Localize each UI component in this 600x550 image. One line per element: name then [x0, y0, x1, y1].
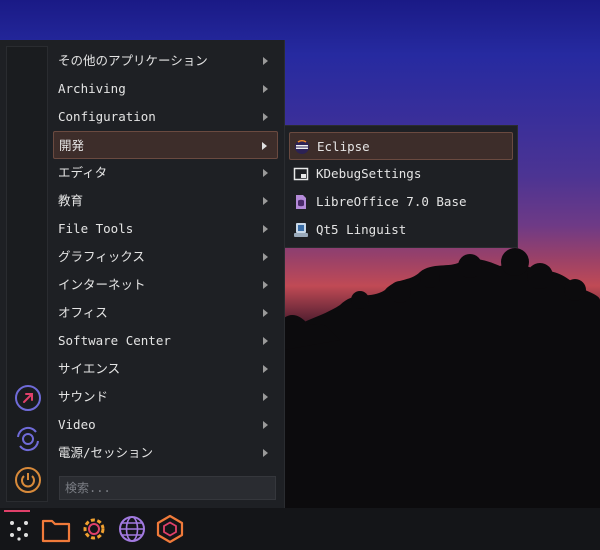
search-input[interactable]: 検索... — [59, 476, 276, 500]
settings-button[interactable] — [78, 513, 110, 545]
logout-icon — [15, 385, 41, 411]
category-development[interactable]: 開発 — [53, 131, 278, 159]
category-education[interactable]: 教育 — [53, 187, 278, 215]
chevron-right-icon — [263, 393, 268, 401]
chevron-right-icon — [263, 421, 268, 429]
category-label: エディタ — [58, 165, 108, 180]
category-video[interactable]: Video — [53, 411, 278, 439]
application-menu: その他のアプリケーション Archiving Configuration 開発 … — [0, 40, 285, 508]
category-power-session[interactable]: 電源/セッション — [53, 439, 278, 467]
power-button[interactable] — [14, 466, 42, 494]
taskbar — [0, 508, 600, 550]
category-internet[interactable]: インターネット — [53, 271, 278, 299]
category-archiving[interactable]: Archiving — [53, 75, 278, 103]
restart-button[interactable] — [14, 425, 42, 453]
settings-icon — [83, 518, 105, 540]
category-label: Software Center — [58, 333, 171, 348]
category-sound[interactable]: サウンド — [53, 383, 278, 411]
app-launcher-button[interactable] — [3, 513, 35, 545]
kdebugsettings-icon — [293, 167, 309, 181]
libreoffice-base-icon — [296, 195, 306, 209]
category-software-center[interactable]: Software Center — [53, 327, 278, 355]
development-submenu: Eclipse KDebugSettings LibreOffice 7.0 B… — [284, 125, 518, 248]
chevron-right-icon — [263, 197, 268, 205]
chevron-right-icon — [263, 281, 268, 289]
category-label: その他のアプリケーション — [58, 53, 208, 68]
category-file-tools[interactable]: File Tools — [53, 215, 278, 243]
app-eclipse[interactable]: Eclipse — [289, 132, 513, 160]
app-qt5-linguist[interactable]: Qt5 Linguist — [289, 216, 513, 244]
app-libreoffice-base[interactable]: LibreOffice 7.0 Base — [289, 188, 513, 216]
chevron-right-icon — [263, 113, 268, 121]
category-label: 開発 — [59, 138, 85, 153]
qt-linguist-icon — [294, 223, 308, 237]
active-launcher-indicator — [4, 510, 30, 512]
menu-sidebar — [6, 46, 48, 502]
category-label: インターネット — [58, 277, 146, 292]
category-editors[interactable]: エディタ — [53, 159, 278, 187]
category-office[interactable]: オフィス — [53, 299, 278, 327]
category-list: その他のアプリケーション Archiving Configuration 開発 … — [53, 47, 278, 467]
category-label: Configuration — [58, 109, 156, 124]
app-launcher-icon — [10, 521, 28, 541]
chevron-right-icon — [263, 169, 268, 177]
chevron-right-icon — [263, 449, 268, 457]
app-kdebugsettings[interactable]: KDebugSettings — [289, 160, 513, 188]
category-label: Video — [58, 417, 96, 432]
file-manager-icon — [41, 519, 71, 543]
category-label: オフィス — [58, 305, 108, 320]
app-label: LibreOffice 7.0 Base — [316, 194, 467, 209]
restart-icon — [17, 426, 39, 452]
chevron-right-icon — [263, 365, 268, 373]
category-label: 教育 — [58, 193, 84, 208]
eclipse-icon — [295, 140, 309, 154]
chevron-right-icon — [263, 309, 268, 317]
category-label: Archiving — [58, 81, 126, 96]
category-label: File Tools — [58, 221, 134, 236]
app-label: Qt5 Linguist — [316, 222, 407, 237]
chevron-right-icon — [263, 85, 268, 93]
category-other-apps[interactable]: その他のアプリケーション — [53, 47, 278, 75]
web-browser-button[interactable] — [116, 513, 148, 545]
category-configuration[interactable]: Configuration — [53, 103, 278, 131]
logout-button[interactable] — [14, 384, 42, 412]
chevron-right-icon — [263, 253, 268, 261]
chevron-right-icon — [263, 337, 268, 345]
category-label: グラフィックス — [58, 249, 145, 264]
package-manager-button[interactable] — [154, 513, 186, 545]
power-icon — [15, 467, 41, 493]
chevron-right-icon — [262, 142, 267, 150]
category-label: サイエンス — [58, 361, 121, 376]
web-browser-icon — [119, 516, 145, 542]
category-graphics[interactable]: グラフィックス — [53, 243, 278, 271]
file-manager-button[interactable] — [40, 513, 72, 545]
category-science[interactable]: サイエンス — [53, 355, 278, 383]
app-label: KDebugSettings — [316, 166, 422, 181]
category-label: サウンド — [58, 389, 109, 404]
chevron-right-icon — [263, 57, 268, 65]
category-label: 電源/セッション — [58, 445, 154, 460]
app-label: Eclipse — [317, 139, 370, 154]
package-icon — [156, 514, 184, 544]
chevron-right-icon — [263, 225, 268, 233]
